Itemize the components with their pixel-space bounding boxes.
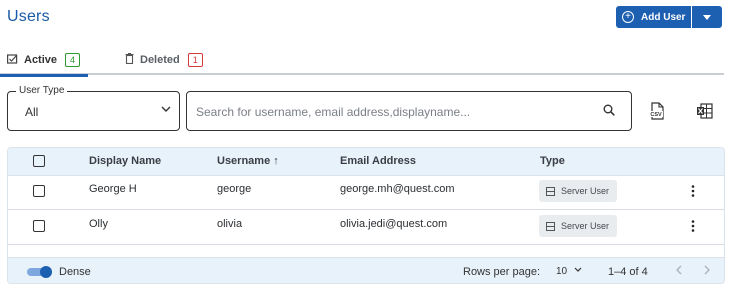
table-footer: Dense Rows per page: 10 1–4 of 4	[8, 257, 724, 283]
display-name-cell: George H	[89, 183, 137, 195]
chevron-down-icon	[161, 104, 171, 116]
svg-text:CSV: CSV	[650, 112, 662, 118]
chevron-right-icon	[704, 265, 710, 275]
type-chip: Server User	[539, 180, 618, 202]
chevron-down-icon	[574, 267, 582, 272]
next-page-button[interactable]	[704, 264, 711, 278]
deleted-count-badge: 1	[187, 53, 203, 67]
server-icon	[546, 221, 555, 231]
display-name-cell: Olly	[89, 218, 108, 230]
pagination-range: 1–4 of 4	[608, 266, 648, 278]
search-input[interactable]: Search for username, email address,displ…	[186, 91, 632, 131]
select-all-checkbox[interactable]	[33, 155, 45, 167]
username-cell: george	[217, 183, 252, 195]
rows-per-page-select[interactable]: 10	[556, 266, 582, 277]
tab-active-label: Active	[24, 54, 58, 66]
csv-export-icon[interactable]: CSV	[648, 102, 666, 120]
add-user-label: Add User	[641, 11, 686, 23]
table-row[interactable]: Olly olivia olivia.jedi@quest.com Server…	[8, 211, 724, 245]
type-chip-label: Server User	[561, 221, 610, 231]
column-username[interactable]: Username ↑	[217, 155, 279, 167]
users-table: Display Name Username ↑ Email Address Ty…	[7, 147, 725, 284]
plus-circle-icon: +	[622, 11, 634, 23]
column-type[interactable]: Type	[540, 155, 565, 167]
search-placeholder: Search for username, email address,displ…	[196, 105, 471, 119]
type-chip-label: Server User	[561, 186, 610, 196]
checkbox-icon	[7, 53, 18, 67]
username-cell: olivia	[217, 218, 243, 230]
dense-toggle-knob	[40, 266, 52, 278]
column-email-address[interactable]: Email Address	[340, 155, 416, 167]
row-checkbox[interactable]	[33, 220, 45, 232]
user-type-value: All	[25, 105, 39, 119]
add-user-dropdown-button[interactable]	[692, 6, 722, 28]
tab-deleted[interactable]: Deleted 1	[125, 45, 203, 75]
rows-per-page-value: 10	[556, 266, 568, 277]
table-row[interactable]: George H george george.mh@quest.com Serv…	[8, 176, 724, 210]
more-vert-icon[interactable]	[691, 185, 697, 199]
email-cell: george.mh@quest.com	[340, 183, 455, 195]
excel-export-icon[interactable]	[696, 102, 714, 120]
column-display-name[interactable]: Display Name	[89, 155, 161, 167]
row-checkbox[interactable]	[33, 185, 45, 197]
type-chip: Server User	[539, 215, 618, 237]
user-type-label: User Type	[16, 85, 68, 96]
trash-icon	[125, 53, 134, 67]
active-count-badge: 4	[65, 53, 81, 67]
table-header: Display Name Username ↑ Email Address Ty…	[8, 148, 724, 176]
user-type-select[interactable]: User Type All	[7, 85, 180, 131]
add-user-button[interactable]: + Add User	[616, 6, 691, 28]
rows-per-page-label: Rows per page:	[463, 266, 541, 278]
dense-toggle[interactable]	[27, 266, 52, 278]
chevron-left-icon	[676, 265, 682, 275]
search-icon[interactable]	[603, 104, 615, 116]
tab-deleted-label: Deleted	[140, 54, 180, 66]
tab-bar: Active 4 Deleted 1	[0, 45, 724, 77]
more-vert-icon[interactable]	[691, 220, 697, 234]
server-icon	[546, 186, 555, 196]
previous-page-button[interactable]	[675, 264, 682, 278]
email-cell: olivia.jedi@quest.com	[340, 218, 448, 230]
page-title: Users	[7, 8, 50, 25]
tab-active[interactable]: Active 4	[0, 45, 88, 77]
dense-label: Dense	[59, 266, 91, 278]
